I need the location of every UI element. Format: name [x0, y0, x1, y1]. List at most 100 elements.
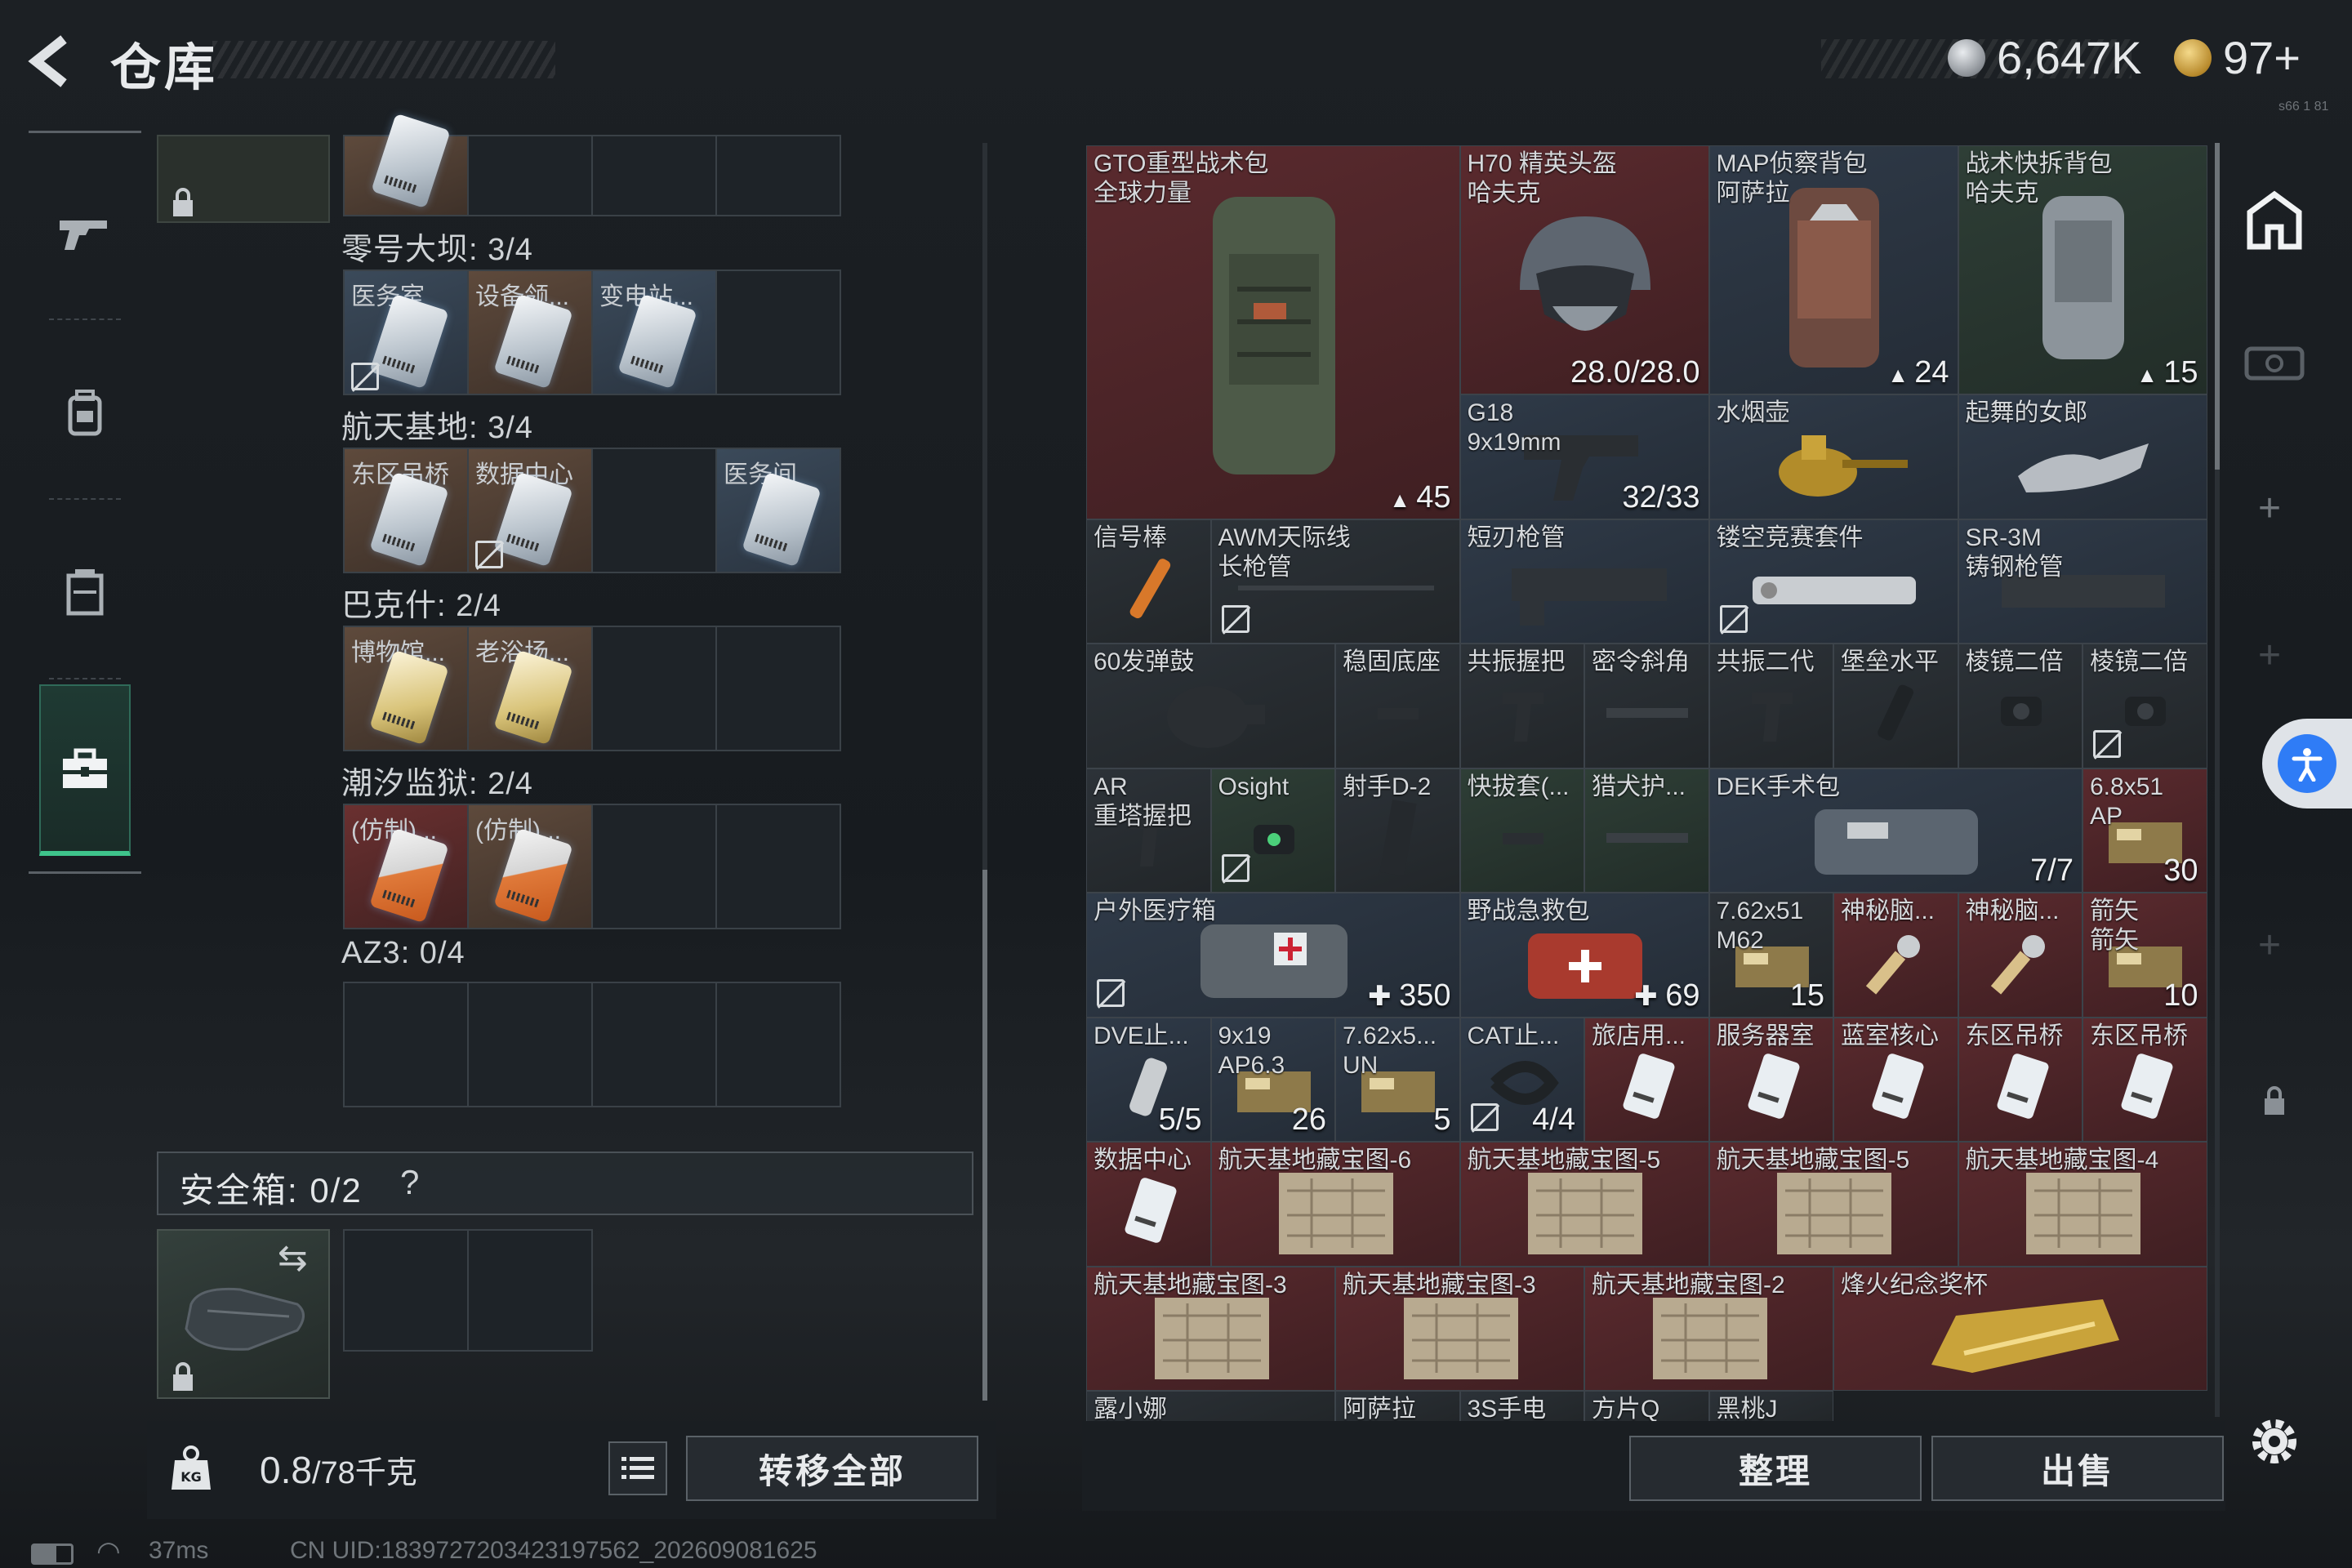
inventory-item[interactable]: 野战急救包 ✚ 69: [1459, 893, 1709, 1018]
inventory-item[interactable]: 阿萨拉牌...: [1335, 1391, 1460, 1423]
vr-icon[interactable]: [2242, 331, 2307, 396]
inventory-item[interactable]: 烽火纪念奖杯: [1833, 1266, 2207, 1391]
help-icon[interactable]: ?: [400, 1163, 419, 1202]
inventory-item[interactable]: 9x19 AP6.3 26: [1210, 1017, 1335, 1142]
settings-icon[interactable]: [2242, 1409, 2307, 1474]
inventory-item[interactable]: 棱镜二倍: [1958, 644, 2082, 768]
key-slot[interactable]: 博物馆...: [343, 626, 469, 751]
key-slot[interactable]: [715, 270, 841, 395]
inventory-item[interactable]: 7.62x51 M62 15: [1708, 893, 1833, 1018]
inventory-item[interactable]: 方片Q: [1584, 1391, 1709, 1423]
inventory-item[interactable]: 蓝室核心: [1833, 1017, 1958, 1142]
nav-weapons[interactable]: [39, 188, 131, 278]
inventory-item[interactable]: 60发弹鼓: [1086, 644, 1335, 768]
key-slot[interactable]: (仿制)...: [467, 804, 593, 929]
key-slot[interactable]: 数据中心: [467, 448, 593, 573]
key-slot[interactable]: 医务间: [715, 448, 841, 573]
transfer-all-button[interactable]: 转移全部: [686, 1436, 978, 1501]
key-slot[interactable]: [591, 135, 717, 216]
inventory-item[interactable]: 镂空竞赛套件: [1708, 519, 1958, 644]
key-slot[interactable]: [591, 626, 717, 751]
key-slot[interactable]: [715, 804, 841, 929]
add-icon[interactable]: +: [2258, 486, 2281, 531]
inventory-item[interactable]: 6.8x51 AP 30: [2082, 768, 2207, 893]
key-slot[interactable]: 医务室: [343, 270, 469, 395]
key-slot[interactable]: [715, 626, 841, 751]
inventory-item[interactable]: 服务器室: [1708, 1017, 1833, 1142]
inventory-item[interactable]: 堡垒水平: [1833, 644, 1958, 768]
inventory-item[interactable]: 短刃枪管: [1459, 519, 1709, 644]
key-slot[interactable]: [467, 135, 593, 216]
inventory-item[interactable]: 神秘脑...: [1958, 893, 2082, 1018]
nav-armor[interactable]: [39, 547, 131, 637]
key-slot[interactable]: [343, 982, 469, 1107]
inventory-item[interactable]: 棱镜二倍: [2082, 644, 2207, 768]
safe-slot[interactable]: [343, 1229, 469, 1352]
inventory-item[interactable]: 黑桃J: [1708, 1391, 1833, 1423]
inventory-item[interactable]: 东区吊桥: [1958, 1017, 2082, 1142]
inventory-item[interactable]: 共振握把: [1459, 644, 1584, 768]
inventory-item[interactable]: 东区吊桥: [2082, 1017, 2207, 1142]
exit-icon[interactable]: [2242, 188, 2307, 253]
safe-slot[interactable]: [467, 1229, 593, 1352]
key-slot[interactable]: [591, 448, 717, 573]
back-button[interactable]: [24, 33, 82, 90]
inventory-item[interactable]: DEK手术包 7/7: [1708, 768, 2082, 893]
key-slot[interactable]: [715, 135, 841, 216]
inventory-item[interactable]: AR 重塔握把: [1086, 768, 1211, 893]
inventory-item[interactable]: CAT止... 4/4: [1459, 1017, 1584, 1142]
inventory-item[interactable]: GTO重型战术包 全球力量 ▲ 45: [1086, 145, 1460, 519]
inventory-item[interactable]: 3S手电: [1459, 1391, 1584, 1423]
inventory-item[interactable]: 战术快拆背包 哈夫克 ▲ 15: [1958, 145, 2207, 394]
inventory-item[interactable]: SR-3M 铸钢枪管: [1958, 519, 2207, 644]
inventory-item[interactable]: 神秘脑...: [1833, 893, 1958, 1018]
inventory-item[interactable]: 航天基地藏宝图-6: [1210, 1142, 1460, 1267]
inventory-item[interactable]: 信号棒: [1086, 519, 1211, 644]
key-slot[interactable]: 老浴场...: [467, 626, 593, 751]
inventory-item[interactable]: 箭矢 箭矢 10: [2082, 893, 2207, 1018]
sell-button[interactable]: 出售: [1931, 1436, 2224, 1501]
key-slot[interactable]: [467, 982, 593, 1107]
inventory-item[interactable]: 7.62x5... UN 5: [1335, 1017, 1460, 1142]
inventory-item[interactable]: H70 精英头盔 哈夫克 28.0/28.0: [1459, 145, 1709, 394]
gold-currency-value[interactable]: 97+: [2223, 31, 2301, 84]
key-slot[interactable]: 变电站...: [591, 270, 717, 395]
locked-slot[interactable]: [157, 135, 330, 223]
nav-gear[interactable]: [39, 368, 131, 457]
inventory-item[interactable]: 旅店用...: [1584, 1017, 1709, 1142]
key-slot[interactable]: [343, 113, 469, 216]
inventory-item[interactable]: 猎犬护...: [1584, 768, 1709, 893]
key-slot[interactable]: [591, 804, 717, 929]
inventory-item[interactable]: 露小娜: [1086, 1391, 1335, 1423]
key-slot[interactable]: [715, 982, 841, 1107]
inventory-item[interactable]: 共振二代: [1708, 644, 1833, 768]
inventory-item[interactable]: 航天基地藏宝图-3: [1335, 1266, 1584, 1391]
inventory-item[interactable]: 航天基地藏宝图-2: [1584, 1266, 1833, 1391]
accessibility-button[interactable]: [2262, 719, 2352, 808]
add-icon[interactable]: +: [2258, 923, 2281, 968]
inventory-item[interactable]: 数据中心: [1086, 1142, 1211, 1267]
swap-icon[interactable]: ⇆: [278, 1237, 308, 1279]
inventory-item[interactable]: 航天基地藏宝图-5: [1459, 1142, 1709, 1267]
inventory-item[interactable]: 密令斜角: [1584, 644, 1709, 768]
inventory-item[interactable]: 快拔套(...: [1459, 768, 1584, 893]
key-slot[interactable]: 东区吊桥: [343, 448, 469, 573]
key-panel-scroll-thumb[interactable]: [982, 870, 987, 1401]
key-slot[interactable]: [591, 982, 717, 1107]
inventory-item[interactable]: 航天基地藏宝图-4: [1958, 1142, 2207, 1267]
list-view-button[interactable]: [608, 1441, 667, 1495]
inventory-item[interactable]: 航天基地藏宝图-3: [1086, 1266, 1335, 1391]
silver-currency-value[interactable]: 6,647K: [1997, 31, 2142, 84]
inventory-item[interactable]: AWM天际线 长枪管: [1210, 519, 1460, 644]
lock-icon[interactable]: [2242, 1068, 2307, 1134]
inventory-item[interactable]: Osight: [1210, 768, 1335, 893]
inventory-item[interactable]: 户外医疗箱 ✚ 350: [1086, 893, 1460, 1018]
inventory-item[interactable]: 射手D-2: [1335, 768, 1460, 893]
sort-button[interactable]: 整理: [1629, 1436, 1922, 1501]
inventory-scroll-thumb[interactable]: [2215, 143, 2220, 470]
inventory-item[interactable]: MAP侦察背包 阿萨拉 ▲ 24: [1708, 145, 1958, 394]
nav-keys[interactable]: [39, 684, 131, 856]
inventory-item[interactable]: DVE止... 5/5: [1086, 1017, 1211, 1142]
inventory-item[interactable]: 航天基地藏宝图-5: [1708, 1142, 1958, 1267]
inventory-item[interactable]: 水烟壶: [1708, 394, 1958, 519]
